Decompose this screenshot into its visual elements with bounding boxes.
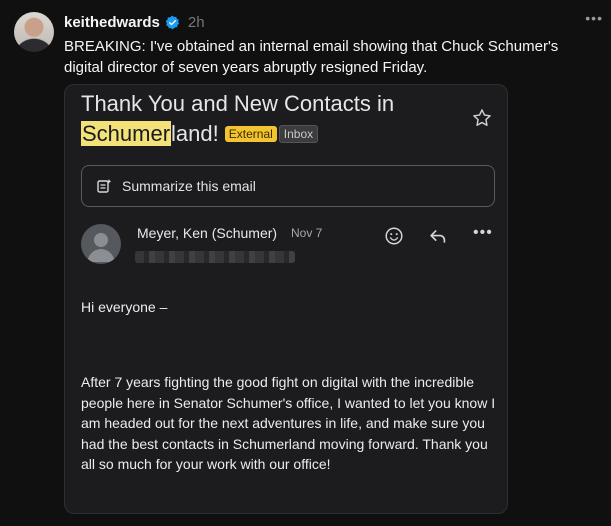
email-subject: Thank You and New Contacts in Schumerlan… xyxy=(81,89,461,149)
email-date: Nov 7 xyxy=(291,226,323,240)
emoji-icon[interactable] xyxy=(383,225,405,247)
subject-highlight: Schumer xyxy=(81,121,172,146)
post-header: keithedwards 2h xyxy=(64,12,205,32)
post-timestamp: 2h xyxy=(187,13,205,31)
more-vert-icon[interactable]: ••• xyxy=(473,225,495,247)
star-icon[interactable] xyxy=(471,107,493,129)
summarize-label: Summarize this email xyxy=(122,178,256,194)
author-avatar[interactable] xyxy=(14,12,54,52)
more-icon[interactable]: ••• xyxy=(585,10,603,26)
external-badge: External xyxy=(224,126,277,142)
summarize-icon xyxy=(97,179,112,193)
verified-icon xyxy=(165,15,180,29)
summarize-button[interactable]: Summarize this email xyxy=(81,165,495,207)
sender-avatar xyxy=(81,224,121,264)
email-screenshot[interactable]: Thank You and New Contacts in Schumerlan… xyxy=(64,84,508,514)
sender-name: Meyer, Ken (Schumer) xyxy=(137,225,278,241)
reply-icon[interactable] xyxy=(427,225,449,247)
subject-text-end: land! xyxy=(171,121,219,146)
post-text: BREAKING: I've obtained an internal emai… xyxy=(64,38,559,76)
email-body: After 7 years fighting the good fight on… xyxy=(81,374,496,473)
inbox-badge[interactable]: Inbox xyxy=(278,125,319,143)
username[interactable]: keithedwards xyxy=(64,14,160,31)
email-greeting: Hi everyone – xyxy=(81,299,168,315)
subject-text: Thank You and New Contacts in xyxy=(81,91,395,116)
redacted-recipients xyxy=(135,251,295,263)
